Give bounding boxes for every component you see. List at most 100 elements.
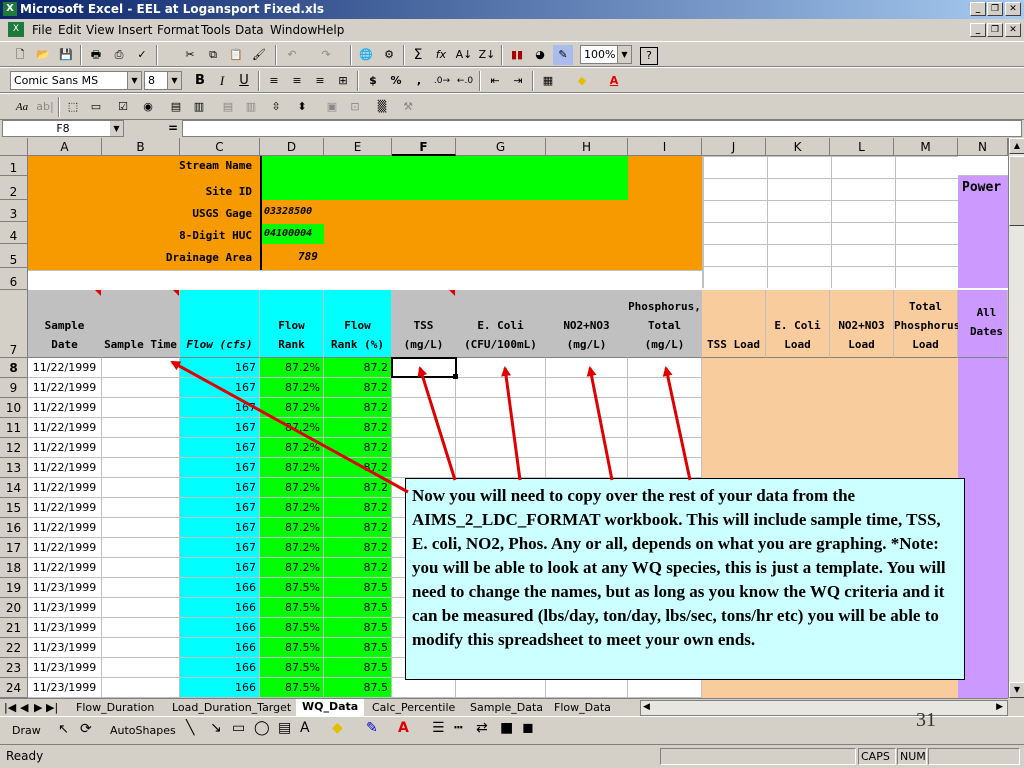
free-rotate-icon[interactable]: ⟳: [80, 721, 92, 737]
first-sheet-icon[interactable]: |◀: [4, 700, 16, 715]
cell-pct[interactable]: 87.5: [324, 678, 392, 698]
cell-pct[interactable]: 87.2: [324, 438, 392, 458]
new-icon[interactable]: 🗋: [10, 45, 30, 65]
merge-center-icon[interactable]: ⊞: [333, 71, 353, 91]
cell[interactable]: [628, 418, 702, 438]
sample-time-header[interactable]: Sample Time: [102, 290, 180, 358]
menu-window[interactable]: Window: [270, 23, 317, 37]
cell[interactable]: [546, 358, 628, 378]
cell[interactable]: [546, 378, 628, 398]
italic-icon[interactable]: I: [212, 71, 232, 91]
menu-help[interactable]: Help: [317, 23, 344, 37]
col-header-c[interactable]: C: [180, 138, 260, 156]
cell[interactable]: [628, 398, 702, 418]
edit-box-icon[interactable]: ab|: [35, 97, 55, 117]
vertical-scrollbar[interactable]: ▲ ▼: [1008, 138, 1024, 698]
cell[interactable]: [958, 538, 1008, 558]
cell[interactable]: [456, 458, 546, 478]
cell[interactable]: [102, 438, 180, 458]
hyperlink-icon[interactable]: 🌐: [356, 45, 376, 65]
cell[interactable]: [702, 418, 958, 438]
cell-rank[interactable]: 87.2%: [260, 558, 324, 578]
format-painter-icon[interactable]: 🖌: [249, 45, 269, 65]
cell-pct[interactable]: 87.2: [324, 358, 392, 378]
col-header-k[interactable]: K: [766, 138, 830, 156]
cell-pct[interactable]: 87.2: [324, 378, 392, 398]
scroll-left-icon[interactable]: ◀: [643, 702, 650, 712]
cell[interactable]: [702, 358, 958, 378]
cell-date[interactable]: 11/22/1999: [28, 418, 102, 438]
tab-wq-data[interactable]: WQ_Data: [296, 699, 365, 716]
cell[interactable]: [456, 378, 546, 398]
cell-rank[interactable]: 87.2%: [260, 438, 324, 458]
cell[interactable]: [702, 678, 958, 698]
cell[interactable]: [102, 358, 180, 378]
cell-pct[interactable]: 87.2: [324, 418, 392, 438]
cell[interactable]: [958, 558, 1008, 578]
row-header[interactable]: 24: [0, 678, 28, 698]
help-icon[interactable]: ?: [640, 47, 658, 65]
name-box[interactable]: F8 ▼: [2, 120, 124, 137]
restore-button[interactable]: ❐: [987, 2, 1003, 16]
select-objects-icon[interactable]: ↖: [58, 722, 69, 737]
doc-minimize-button[interactable]: _: [970, 23, 986, 37]
cell-pct[interactable]: 87.2: [324, 558, 392, 578]
font-size-select[interactable]: 8 ▼: [144, 71, 182, 90]
map-icon[interactable]: ◕: [530, 45, 550, 65]
tab-flow-data[interactable]: Flow_Data: [554, 700, 611, 715]
row-header[interactable]: 11: [0, 418, 28, 438]
cell[interactable]: [102, 498, 180, 518]
spelling-icon[interactable]: ✓: [132, 45, 152, 65]
cell-rank[interactable]: 87.2%: [260, 498, 324, 518]
list-box-icon[interactable]: ▤: [166, 97, 186, 117]
cell-pct[interactable]: 87.2: [324, 398, 392, 418]
col-header-i[interactable]: I: [628, 138, 702, 156]
cell-pct[interactable]: 87.2: [324, 518, 392, 538]
align-center-icon[interactable]: ≡: [287, 71, 307, 91]
cell-date[interactable]: 11/22/1999: [28, 478, 102, 498]
cell[interactable]: [958, 458, 1008, 478]
row-header[interactable]: 23: [0, 658, 28, 678]
cell[interactable]: [392, 378, 456, 398]
prev-sheet-icon[interactable]: ◀: [20, 700, 28, 715]
cell-rank[interactable]: 87.5%: [260, 618, 324, 638]
cell[interactable]: [628, 378, 702, 398]
scroll-thumb[interactable]: [1009, 156, 1024, 226]
cell-date[interactable]: 11/22/1999: [28, 358, 102, 378]
cell[interactable]: [456, 398, 546, 418]
cell-date[interactable]: 11/22/1999: [28, 378, 102, 398]
last-sheet-icon[interactable]: ▶|: [46, 700, 58, 715]
cell[interactable]: [102, 418, 180, 438]
button-icon[interactable]: ▭: [86, 97, 106, 117]
cell[interactable]: [958, 658, 1008, 678]
cell[interactable]: [702, 438, 958, 458]
row-header[interactable]: 17: [0, 538, 28, 558]
cell-rank[interactable]: 87.5%: [260, 638, 324, 658]
cell-flow[interactable]: 167: [180, 498, 260, 518]
function-icon[interactable]: fx: [431, 45, 451, 65]
borders-icon[interactable]: ▦: [538, 71, 558, 91]
web-toolbar-icon[interactable]: ⚙: [379, 45, 399, 65]
align-left-icon[interactable]: ≡: [264, 71, 284, 91]
cell-flow[interactable]: 167: [180, 418, 260, 438]
combo-list-icon[interactable]: ▤: [218, 97, 238, 117]
cell-flow[interactable]: 167: [180, 358, 260, 378]
redo-icon[interactable]: ↷: [316, 45, 336, 65]
cell-flow[interactable]: 166: [180, 578, 260, 598]
increase-indent-icon[interactable]: ⇥: [508, 71, 528, 91]
phosphorus-header[interactable]: Phosphorus, Total (mg/L): [628, 290, 702, 358]
cell-rank[interactable]: 87.5%: [260, 678, 324, 698]
flow-rank-header[interactable]: Flow Rank: [260, 290, 324, 358]
option-button-icon[interactable]: ◉: [138, 97, 158, 117]
drainage-value[interactable]: 789: [298, 250, 318, 263]
cell[interactable]: [628, 458, 702, 478]
cell-rank[interactable]: 87.2%: [260, 538, 324, 558]
cell-date[interactable]: 11/23/1999: [28, 678, 102, 698]
col-header-j[interactable]: J: [702, 138, 766, 156]
spinner-icon[interactable]: ⬍: [292, 97, 312, 117]
phosphorus-load-header[interactable]: Total Phosphorus Load: [894, 290, 960, 358]
cell-date[interactable]: 11/23/1999: [28, 598, 102, 618]
decrease-decimal-icon[interactable]: ←.0: [455, 71, 475, 91]
cell-pct[interactable]: 87.2: [324, 538, 392, 558]
cell-pct[interactable]: 87.5: [324, 598, 392, 618]
